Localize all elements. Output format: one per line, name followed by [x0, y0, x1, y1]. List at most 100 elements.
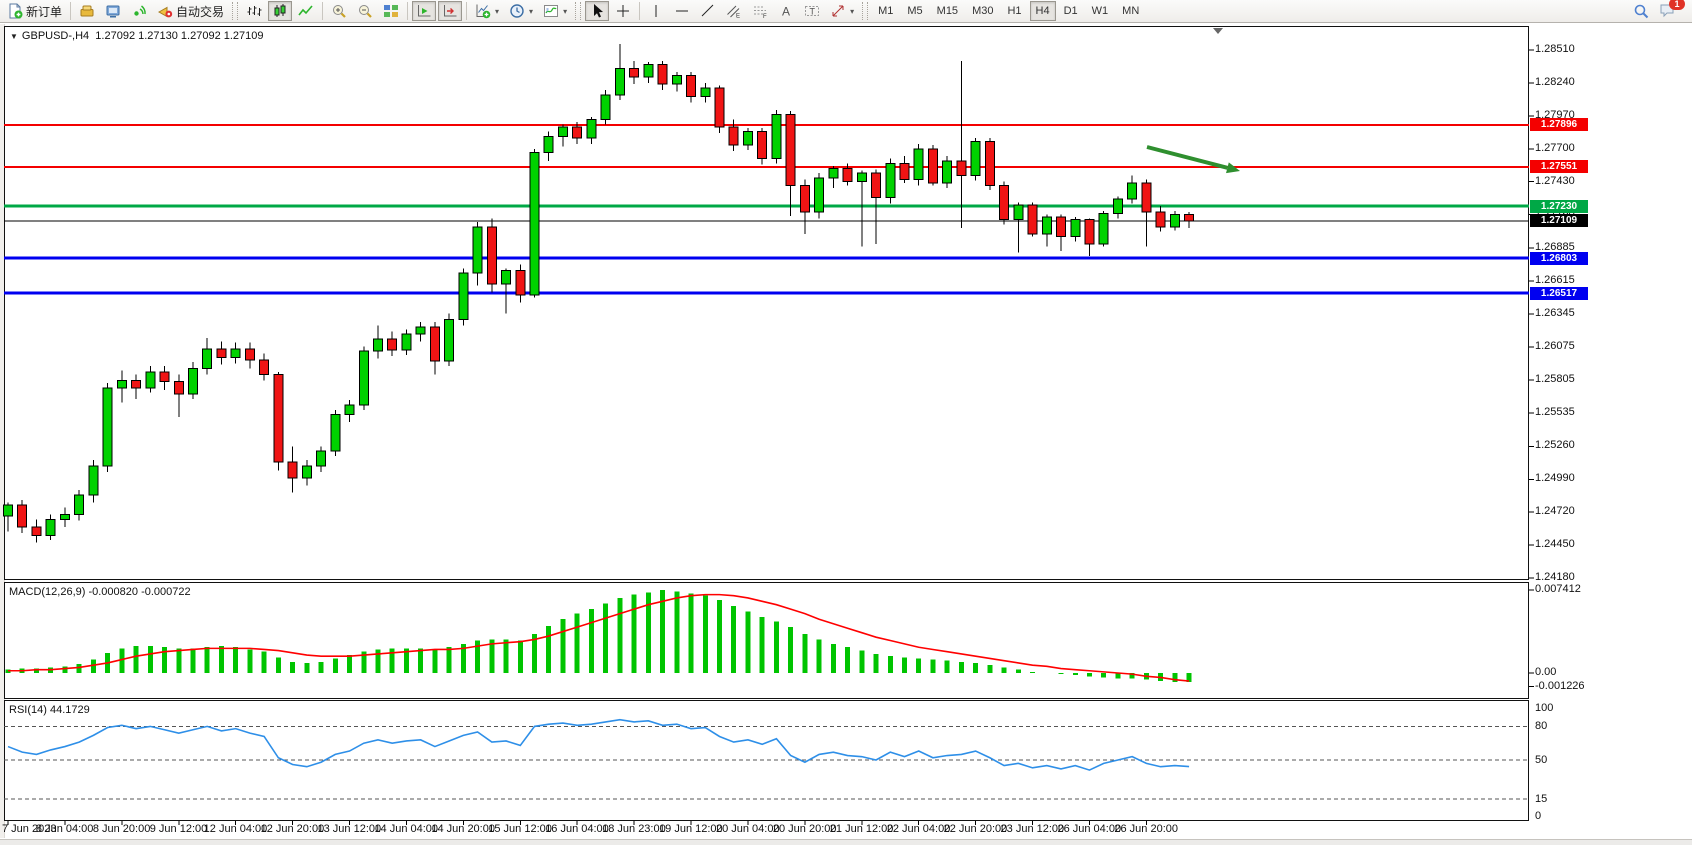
text-label-button[interactable]: T	[800, 1, 824, 21]
horizontal-line-button[interactable]	[670, 1, 694, 21]
candle-down	[800, 185, 809, 212]
candle-up	[829, 168, 838, 178]
timeframe-M5[interactable]: M5	[901, 1, 928, 21]
auto-scroll-button[interactable]	[412, 1, 436, 21]
candle-up	[743, 132, 752, 145]
bar-chart-button[interactable]	[242, 1, 266, 21]
text-button[interactable]: A	[774, 1, 798, 21]
cursor-button[interactable]	[585, 1, 609, 21]
date-axis-label: 26 Jun 04:00	[1057, 823, 1121, 835]
auto-trading-button[interactable]: 自动交易	[153, 1, 228, 21]
rsi-axis-label: 50	[1535, 754, 1547, 766]
candle-up	[1071, 220, 1080, 237]
toolbar-grip	[232, 2, 238, 20]
horizontal-line-icon	[674, 3, 690, 19]
periods-icon	[509, 3, 525, 19]
price-axis-label: 1.27700	[1535, 142, 1575, 154]
candle-up	[89, 466, 98, 495]
timeframe-M15[interactable]: M15	[931, 1, 964, 21]
auto-trading-icon	[157, 3, 173, 19]
toolbar-separator	[407, 2, 408, 20]
chart-profile-button[interactable]	[75, 1, 99, 21]
price-axis-label: 1.28510	[1535, 43, 1575, 55]
crosshair-button[interactable]	[611, 1, 635, 21]
price-axis-label: 1.24720	[1535, 505, 1575, 517]
price-axis-label: 1.25805	[1535, 373, 1575, 385]
candle-down	[1085, 220, 1094, 244]
template-button[interactable]: ▾	[539, 1, 571, 21]
candle-up	[544, 137, 553, 153]
candle-up	[558, 127, 567, 137]
timeframe-D1[interactable]: D1	[1058, 1, 1084, 21]
chart-ohlc-values: 1.27092 1.27130 1.27092 1.27109	[95, 30, 263, 42]
candle-down	[18, 505, 27, 527]
auto-scroll-icon	[416, 3, 432, 19]
date-axis-label: 14 Jun 04:00	[374, 823, 438, 835]
candlestick-chart-button[interactable]	[268, 1, 292, 21]
price-level-badge: 1.27230	[1530, 200, 1588, 213]
candle-down	[388, 339, 397, 350]
price-axis-label: 1.26075	[1535, 340, 1575, 352]
rsi-axis-label: 80	[1535, 720, 1547, 732]
trendline-button[interactable]	[696, 1, 720, 21]
chart-shift-button[interactable]	[438, 1, 462, 21]
periods-button[interactable]: ▾	[505, 1, 537, 21]
macd-label: MACD(12,26,9) -0.000820 -0.000722	[9, 586, 191, 598]
macd-axis-label: 0.007412	[1535, 583, 1581, 595]
signals-button[interactable]	[127, 1, 151, 21]
line-chart-button[interactable]	[294, 1, 318, 21]
candle-down	[928, 149, 937, 183]
candle-down	[1156, 212, 1165, 227]
timeframe-MN[interactable]: MN	[1116, 1, 1145, 21]
date-axis-label: 20 Jun 20:00	[773, 823, 837, 835]
chart-plot[interactable]	[4, 26, 1536, 828]
zoom-in-button[interactable]	[327, 1, 351, 21]
timeframe-W1[interactable]: W1	[1086, 1, 1115, 21]
notification-badge[interactable]: 1	[1669, 0, 1685, 10]
candle-up	[103, 388, 112, 466]
terminal-button[interactable]	[101, 1, 125, 21]
candle-down	[245, 349, 254, 360]
equidistant-channel-button[interactable]: E	[722, 1, 746, 21]
timeframe-H1[interactable]: H1	[1001, 1, 1027, 21]
date-axis-label: 20 Jun 04:00	[716, 823, 780, 835]
arrows-button[interactable]: ▾	[826, 1, 858, 21]
price-axis-label: 1.24990	[1535, 472, 1575, 484]
date-axis-label: 18 Jun 23:00	[602, 823, 666, 835]
indicators-button[interactable]: ▾	[471, 1, 503, 21]
trend-arrow-annotation[interactable]	[1147, 147, 1227, 168]
price-level-badge: 1.27896	[1530, 118, 1588, 131]
toolbar-separator	[639, 2, 640, 20]
chart-shift-marker-icon[interactable]	[1213, 28, 1223, 34]
candle-up	[1099, 213, 1108, 243]
timeframe-M1[interactable]: M1	[872, 1, 899, 21]
price-level-badge: 1.27551	[1530, 160, 1588, 173]
candle-up	[971, 141, 980, 175]
vertical-line-button[interactable]	[644, 1, 668, 21]
candle-down	[288, 462, 297, 478]
new-order-button[interactable]: 新订单	[3, 1, 66, 21]
price-axis-label: 1.25260	[1535, 439, 1575, 451]
collapse-triangle-icon[interactable]: ▼	[10, 32, 18, 41]
candle-up	[857, 173, 866, 182]
fibonacci-button[interactable]: F	[748, 1, 772, 21]
candle-up	[402, 334, 411, 350]
candle-up	[231, 349, 240, 358]
zoom-out-button[interactable]	[353, 1, 377, 21]
search-icon	[1633, 3, 1649, 19]
timeframe-H4[interactable]: H4	[1030, 1, 1056, 21]
date-axis-label: 19 Jun 12:00	[659, 823, 723, 835]
candlestick-chart-icon	[272, 3, 288, 19]
line-chart-icon	[298, 3, 314, 19]
search-button[interactable]	[1629, 1, 1653, 21]
candle-down	[985, 141, 994, 185]
svg-text:E: E	[736, 14, 740, 20]
candle-down	[872, 173, 881, 197]
timeframe-M30[interactable]: M30	[966, 1, 999, 21]
fibonacci-icon: F	[752, 3, 768, 19]
tile-windows-button[interactable]	[379, 1, 403, 21]
arrows-icon	[830, 3, 846, 19]
candle-down	[1057, 217, 1066, 237]
candle-down	[573, 127, 582, 138]
candle-up	[359, 351, 368, 405]
